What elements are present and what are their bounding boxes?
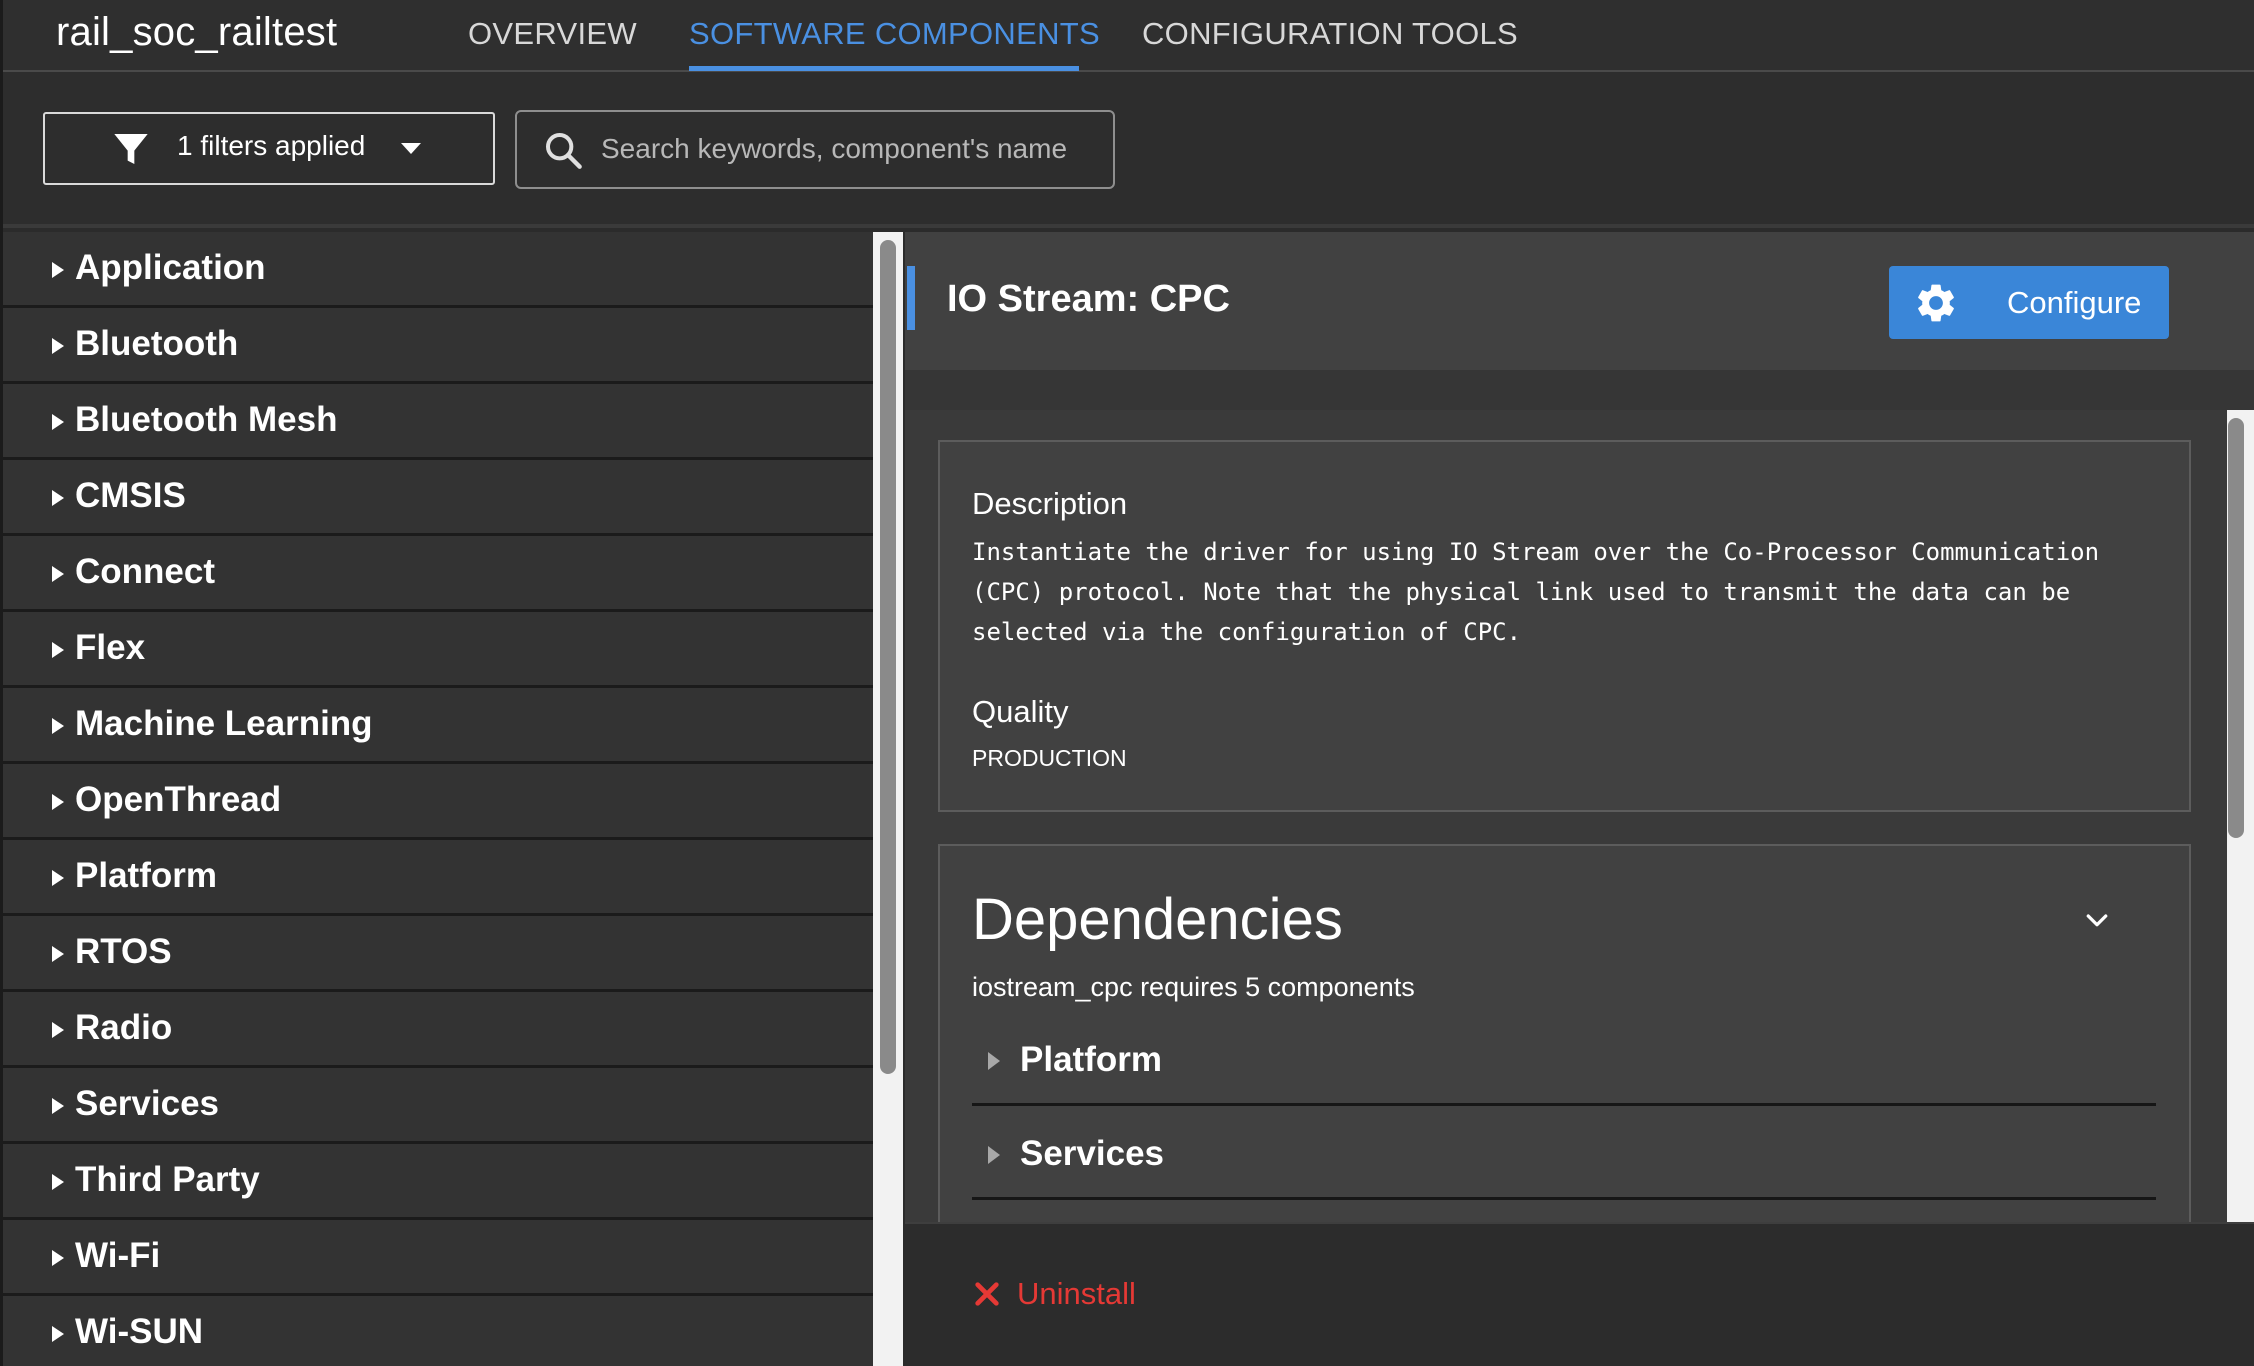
expand-arrow-icon <box>52 1174 64 1190</box>
category-item-wi-sun[interactable]: Wi-SUN <box>3 1296 873 1366</box>
detail-header: IO Stream: CPC Configure <box>905 232 2254 370</box>
app-title: rail_soc_railtest <box>56 10 338 54</box>
expand-arrow-icon <box>988 1146 1000 1164</box>
category-label: RTOS <box>75 932 172 971</box>
filter-icon <box>114 134 148 164</box>
chevron-down-icon[interactable] <box>2082 906 2112 936</box>
dependencies-card: Dependencies iostream_cpc requires 5 com… <box>938 844 2191 1222</box>
close-icon <box>975 1282 999 1306</box>
category-item-bluetooth[interactable]: Bluetooth <box>3 308 873 384</box>
filters-dropdown-button[interactable]: 1 filters applied <box>43 112 495 185</box>
description-heading: Description <box>972 486 1128 521</box>
category-item-radio[interactable]: Radio <box>3 992 873 1068</box>
category-item-flex[interactable]: Flex <box>3 612 873 688</box>
search-input[interactable] <box>599 124 1099 174</box>
category-label: OpenThread <box>75 780 282 819</box>
dependencies-summary: iostream_cpc requires 5 components <box>972 972 1415 1002</box>
dependency-group-label: Services <box>1020 1134 1165 1173</box>
header-accent-bar <box>907 266 915 330</box>
category-item-openthread[interactable]: OpenThread <box>3 764 873 840</box>
category-label: Third Party <box>75 1160 260 1199</box>
expand-arrow-icon <box>52 1098 64 1114</box>
category-label: CMSIS <box>75 476 186 515</box>
dependencies-heading: Dependencies <box>972 887 1343 952</box>
component-title: IO Stream: CPC <box>947 278 1230 320</box>
app-window: rail_soc_railtest OVERVIEW SOFTWARE COMP… <box>0 0 2254 1366</box>
dependency-group-platform[interactable]: Platform <box>972 1012 2156 1106</box>
category-label: Services <box>75 1084 220 1123</box>
category-label: Platform <box>75 856 217 895</box>
component-detail-panel: IO Stream: CPC Configure Description Ins… <box>905 232 2254 1366</box>
category-label: Machine Learning <box>75 704 373 743</box>
category-label: Bluetooth <box>75 324 239 363</box>
category-item-machine-learning[interactable]: Machine Learning <box>3 688 873 764</box>
expand-arrow-icon <box>52 642 64 658</box>
dependency-group-services[interactable]: Services <box>972 1106 2156 1200</box>
expand-arrow-icon <box>988 1052 1000 1070</box>
configure-label: Configure <box>2007 285 2142 320</box>
category-item-wi-fi[interactable]: Wi-Fi <box>3 1220 873 1296</box>
expand-arrow-icon <box>52 414 64 430</box>
detail-scroll-thumb[interactable] <box>2228 418 2244 838</box>
category-item-rtos[interactable]: RTOS <box>3 916 873 992</box>
expand-arrow-icon <box>52 338 64 354</box>
dependency-group-label: Platform <box>1020 1040 1162 1079</box>
expand-arrow-icon <box>52 718 64 734</box>
configure-button[interactable]: Configure <box>1889 266 2169 339</box>
category-label: Wi-SUN <box>75 1312 204 1351</box>
uninstall-label: Uninstall <box>1017 1276 1136 1311</box>
category-label: Flex <box>75 628 146 667</box>
filters-label: 1 filters applied <box>177 130 366 161</box>
top-bar: rail_soc_railtest OVERVIEW SOFTWARE COMP… <box>3 0 2254 72</box>
tab-overview[interactable]: OVERVIEW <box>468 16 637 52</box>
chevron-down-icon <box>401 143 421 154</box>
category-item-platform[interactable]: Platform <box>3 840 873 916</box>
gear-icon <box>1918 284 1954 322</box>
detail-body: Description Instantiate the driver for u… <box>905 410 2227 1222</box>
uninstall-button[interactable]: Uninstall <box>971 1270 1171 1320</box>
active-tab-indicator <box>689 66 1079 71</box>
search-icon <box>546 133 582 169</box>
category-list-scroll-thumb[interactable] <box>880 240 896 1074</box>
category-label: Wi-Fi <box>75 1236 161 1275</box>
description-card: Description Instantiate the driver for u… <box>938 440 2191 812</box>
category-label: Application <box>75 248 266 287</box>
tab-software-components[interactable]: SOFTWARE COMPONENTS <box>689 16 1100 52</box>
tab-configuration-tools[interactable]: CONFIGURATION TOOLS <box>1142 16 1518 52</box>
category-item-bluetooth-mesh[interactable]: Bluetooth Mesh <box>3 384 873 460</box>
detail-footer: Uninstall <box>905 1222 2254 1366</box>
expand-arrow-icon <box>52 1250 64 1266</box>
expand-arrow-icon <box>52 1326 64 1342</box>
quality-heading: Quality <box>972 694 1069 729</box>
header-spacer <box>905 370 2254 410</box>
category-item-third-party[interactable]: Third Party <box>3 1144 873 1220</box>
expand-arrow-icon <box>52 490 64 506</box>
category-label: Radio <box>75 1008 173 1047</box>
filter-toolbar: 1 filters applied <box>3 72 2254 228</box>
description-text: Instantiate the driver for using IO Stre… <box>972 538 2100 646</box>
search-box[interactable] <box>515 110 1115 189</box>
expand-arrow-icon <box>52 566 64 582</box>
quality-value: PRODUCTION <box>972 745 1127 771</box>
category-label: Connect <box>75 552 215 591</box>
category-item-services[interactable]: Services <box>3 1068 873 1144</box>
category-label: Bluetooth Mesh <box>75 400 338 439</box>
expand-arrow-icon <box>52 794 64 810</box>
category-item-cmsis[interactable]: CMSIS <box>3 460 873 536</box>
category-list: Application Bluetooth Bluetooth Mesh CMS… <box>3 232 873 1366</box>
expand-arrow-icon <box>52 870 64 886</box>
category-item-connect[interactable]: Connect <box>3 536 873 612</box>
expand-arrow-icon <box>52 1022 64 1038</box>
expand-arrow-icon <box>52 946 64 962</box>
category-item-application[interactable]: Application <box>3 232 873 308</box>
expand-arrow-icon <box>52 262 64 278</box>
